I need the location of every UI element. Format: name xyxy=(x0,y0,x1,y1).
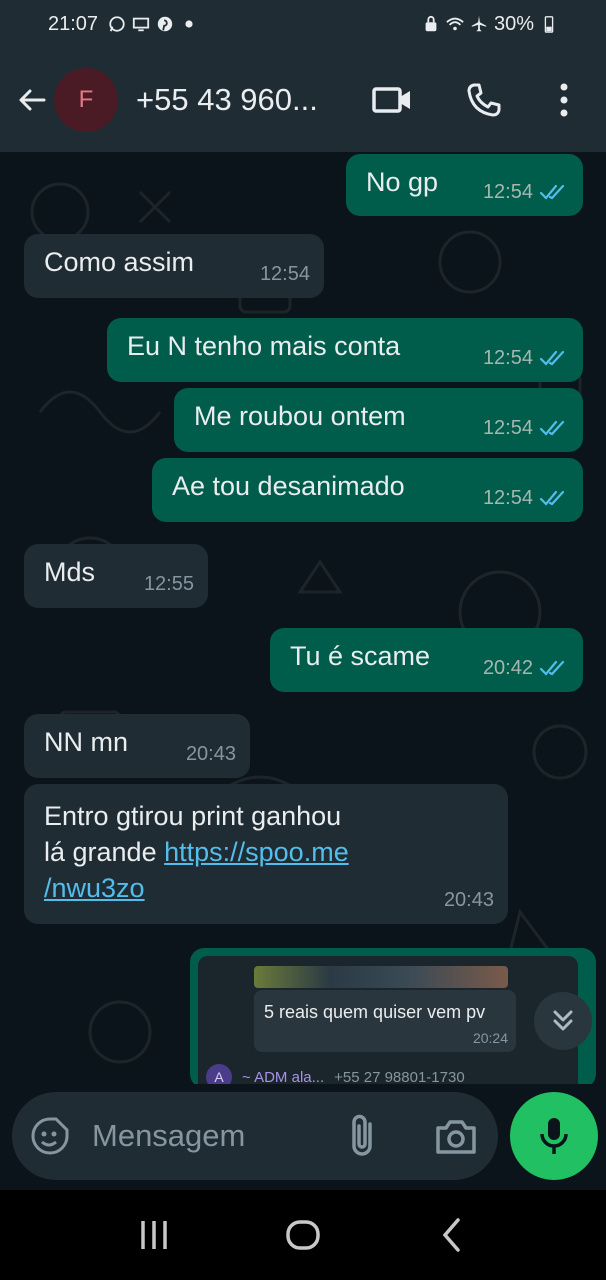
message-outgoing[interactable]: Tu é scame 20:42 xyxy=(270,628,583,692)
message-placeholder: Mensagem xyxy=(92,1118,246,1153)
message-link[interactable]: https://spoo.me xyxy=(164,837,349,867)
message-incoming[interactable]: NN mn 20:43 xyxy=(24,714,250,778)
more-options-button[interactable] xyxy=(542,78,586,122)
message-text: Ae tou desanimado xyxy=(172,471,405,501)
phone-icon xyxy=(467,83,501,117)
pinterest-icon xyxy=(157,16,173,32)
whatsapp-icon xyxy=(109,16,125,32)
message-text: Entro gtirou print ganhou xyxy=(44,801,342,831)
home-button[interactable] xyxy=(278,1210,328,1260)
message-time: 12:54 xyxy=(259,263,310,285)
message-text: Mds xyxy=(44,557,96,587)
sender-avatar: A xyxy=(206,1064,232,1084)
dot-icon xyxy=(185,20,193,28)
system-nav-bar xyxy=(0,1190,606,1280)
message-text: Como assim xyxy=(44,247,195,277)
read-ticks-icon xyxy=(539,660,565,676)
camera-icon[interactable] xyxy=(434,1116,478,1156)
quoted-text: 5 reais quem quiser vem pv xyxy=(264,1002,486,1022)
message-time: 20:43 xyxy=(443,889,494,911)
voice-record-button[interactable] xyxy=(510,1092,598,1180)
read-ticks-icon xyxy=(539,350,565,366)
message-incoming[interactable]: Mds 12:55 xyxy=(24,544,208,608)
message-link[interactable]: /nwu3zo xyxy=(44,873,145,903)
game-toolbar-strip xyxy=(254,966,508,988)
message-outgoing[interactable]: Ae tou desanimado 12:54 xyxy=(152,458,583,522)
battery-icon xyxy=(544,16,554,33)
chat-area[interactable]: No gp 12:54 Como assim 12:54 Eu N tenho … xyxy=(0,152,606,1084)
read-ticks-icon xyxy=(539,420,565,436)
message-time: 12:54 xyxy=(482,417,533,439)
back-nav-button[interactable] xyxy=(427,1210,477,1260)
status-time: 21:07 xyxy=(48,12,99,35)
message-text: Me roubou ontem xyxy=(194,401,406,431)
wifi-icon xyxy=(446,17,464,31)
recents-button[interactable] xyxy=(129,1210,179,1260)
message-time: 20:43 xyxy=(185,743,236,765)
message-outgoing[interactable]: Eu N tenho mais conta 12:54 xyxy=(107,318,583,382)
composer-bar: Mensagem xyxy=(0,1084,606,1190)
scroll-to-bottom-button[interactable] xyxy=(534,992,592,1050)
chat-header: F +55 43 960... xyxy=(0,48,606,152)
more-vert-icon xyxy=(560,83,568,117)
quoted-bubble: 5 reais quem quiser vem pv 20:24 xyxy=(254,990,516,1052)
back-chevron-icon xyxy=(442,1218,460,1252)
message-incoming[interactable]: Entro gtirou print ganhou lá grande http… xyxy=(24,784,508,924)
message-time: 12:54 xyxy=(482,487,533,509)
quoted-sender-row: A ~ ADM ala... +55 27 98801-1730 xyxy=(206,1062,576,1084)
quoted-time: 20:24 xyxy=(472,1030,508,1046)
battery-percent: 30% xyxy=(493,12,534,35)
message-outgoing[interactable]: No gp 12:54 xyxy=(346,154,583,216)
message-input[interactable]: Mensagem xyxy=(12,1092,498,1180)
recents-icon xyxy=(141,1221,168,1249)
message-incoming[interactable]: Como assim 12:54 xyxy=(24,234,324,298)
message-text: Tu é scame xyxy=(290,641,431,671)
video-call-icon xyxy=(372,87,410,113)
back-arrow-icon xyxy=(19,89,46,111)
read-ticks-icon xyxy=(539,490,565,506)
video-call-button[interactable] xyxy=(370,78,414,122)
screen-icon xyxy=(132,17,150,32)
message-time: 12:55 xyxy=(143,573,194,595)
sender-name: ~ ADM ala... xyxy=(242,1068,325,1085)
home-icon xyxy=(286,1220,320,1250)
lock-icon xyxy=(425,15,437,32)
back-button[interactable] xyxy=(14,82,50,118)
message-time: 12:54 xyxy=(482,347,533,369)
message-text: lá grande xyxy=(44,837,157,867)
message-time: 12:54 xyxy=(482,181,533,203)
sender-phone: +55 27 98801-1730 xyxy=(334,1068,465,1085)
voice-call-button[interactable] xyxy=(462,78,506,122)
microphone-icon xyxy=(540,1118,568,1154)
message-text: Eu N tenho mais conta xyxy=(127,331,401,361)
message-text: No gp xyxy=(366,167,439,197)
image-preview[interactable]: 5 reais quem quiser vem pv 20:24 A ~ ADM… xyxy=(198,956,578,1084)
message-text: NN mn xyxy=(44,727,129,757)
avatar[interactable]: F xyxy=(54,68,118,132)
sticker-emoji-icon[interactable] xyxy=(30,1116,70,1156)
read-ticks-icon xyxy=(539,184,565,200)
airplane-icon xyxy=(471,15,487,32)
message-time: 20:42 xyxy=(482,657,533,679)
message-outgoing[interactable]: Me roubou ontem 12:54 xyxy=(174,388,583,452)
attach-icon[interactable] xyxy=(344,1114,384,1158)
status-bar: 21:07 30% xyxy=(0,0,606,48)
contact-name[interactable]: +55 43 960... xyxy=(136,82,336,118)
double-chevron-down-icon xyxy=(553,1010,573,1031)
